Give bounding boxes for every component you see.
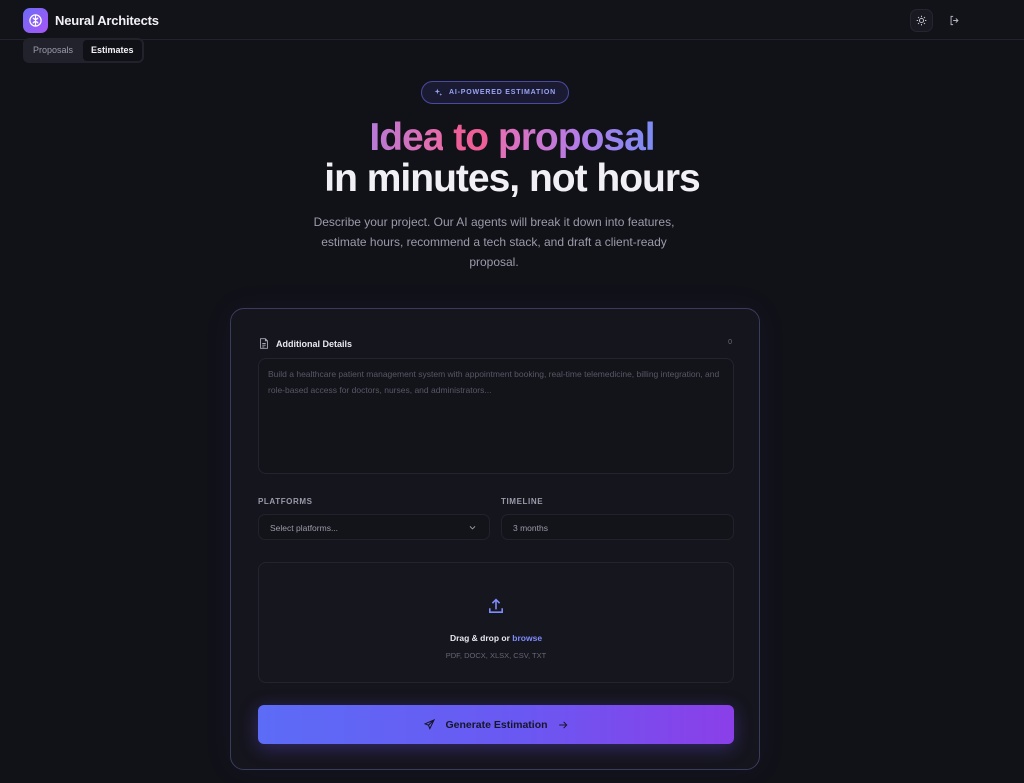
- dropzone-instruction: Drag & drop or: [449, 633, 510, 643]
- accepted-formats: PDF, DOCX, XLSX, CSV, TXT: [445, 651, 547, 660]
- platforms-placeholder: Select platforms...: [270, 523, 339, 533]
- top-bar: Neural Architects: [0, 0, 1024, 40]
- hero-word-idea: Idea: [369, 116, 444, 159]
- brain-icon: [23, 8, 48, 33]
- hero-title-line-2: in minutes, not hours: [324, 157, 701, 200]
- ai-badge: AI-POWERED ESTIMATION: [421, 81, 569, 104]
- sparkles-icon: [434, 88, 443, 96]
- hero-subtitle: Describe your project. Our AI agents wil…: [313, 215, 675, 269]
- theme-toggle-button[interactable]: [910, 9, 933, 32]
- chevron-down-icon: [469, 526, 476, 530]
- platforms-label: PLATFORMS: [258, 497, 313, 506]
- arrow-right-icon: [558, 721, 567, 728]
- brand[interactable]: Neural Architects: [23, 8, 159, 33]
- hero-word-proposal: proposal: [497, 116, 656, 159]
- logout-button[interactable]: [943, 9, 966, 32]
- generate-label: Generate Estimation: [445, 718, 548, 731]
- hero-word-to: to: [453, 116, 489, 159]
- platforms-select[interactable]: Select platforms...: [258, 514, 490, 540]
- document-icon: [260, 338, 268, 349]
- details-label-row: Additional Details: [259, 338, 352, 349]
- app-name: Neural Architects: [55, 13, 159, 28]
- tab-proposals[interactable]: Proposals: [25, 40, 81, 61]
- estimation-form-card: Additional Details 0 Build a healthcare …: [230, 308, 760, 770]
- logout-icon: [950, 15, 959, 26]
- char-count: 0: [728, 339, 732, 346]
- sun-icon: [916, 15, 927, 26]
- timeline-label: TIMELINE: [501, 497, 544, 506]
- dropzone-text: Drag & drop or browse: [259, 633, 733, 643]
- send-icon: [424, 719, 436, 730]
- browse-link[interactable]: browse: [512, 633, 542, 643]
- timeline-field[interactable]: 3 months: [501, 514, 734, 540]
- tab-estimates[interactable]: Estimates: [83, 40, 142, 61]
- timeline-value: 3 months: [513, 523, 548, 533]
- upload-icon: [489, 598, 503, 613]
- details-label: Additional Details: [276, 338, 353, 349]
- file-dropzone[interactable]: Drag & drop or browse PDF, DOCX, XLSX, C…: [258, 562, 734, 683]
- badge-label: AI-POWERED ESTIMATION: [449, 89, 556, 96]
- details-textarea[interactable]: Build a healthcare patient management sy…: [258, 358, 734, 474]
- tab-bar: Proposals Estimates: [23, 38, 144, 63]
- generate-estimation-button[interactable]: Generate Estimation: [258, 705, 734, 744]
